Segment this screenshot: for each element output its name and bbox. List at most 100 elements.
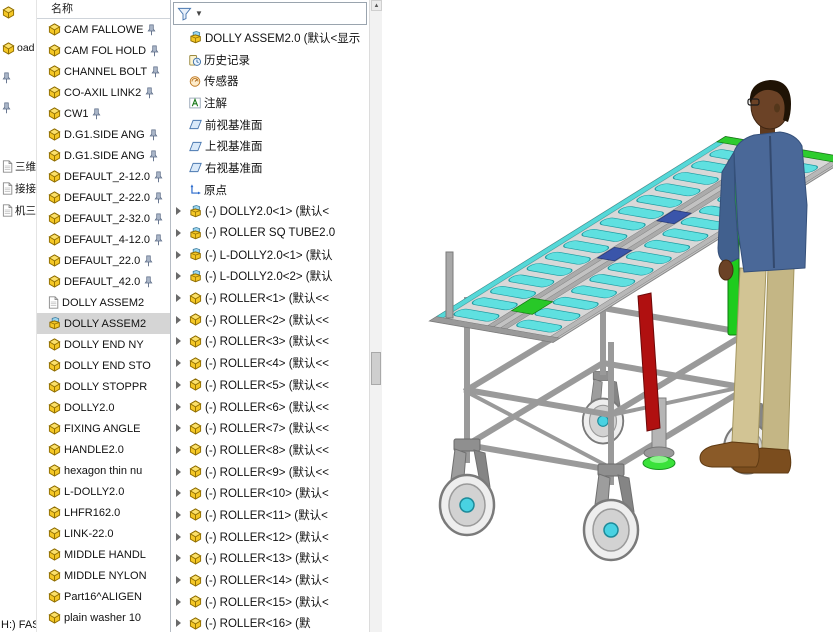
file-list-item[interactable]: HANDLE2.0 (37, 439, 170, 460)
file-list-item[interactable]: CAM FOL HOLD (37, 40, 170, 61)
human-figure[interactable] (700, 80, 807, 473)
feature-tree-item[interactable]: (-) DOLLY2.0<1> (默认< (172, 201, 369, 223)
left-strip-item[interactable] (2, 70, 36, 86)
expand-arrow-icon[interactable] (176, 576, 186, 584)
pin-icon[interactable] (151, 66, 160, 78)
expand-arrow-icon[interactable] (176, 533, 186, 541)
pin-icon[interactable] (144, 255, 153, 267)
graphics-area[interactable] (382, 0, 833, 632)
feature-tree-item[interactable]: (-) ROLLER<6> (默认<< (172, 396, 369, 418)
file-list-item[interactable]: CO-AXIL LINK2 (37, 82, 170, 103)
feature-tree-item[interactable]: 传感器 (172, 70, 369, 92)
file-list-item[interactable]: L-DOLLY2.0 (37, 481, 170, 502)
expand-arrow-icon[interactable] (176, 294, 186, 302)
feature-tree-item[interactable]: (-) ROLLER<10> (默认< (172, 482, 369, 504)
expand-arrow-icon[interactable] (176, 619, 186, 627)
feature-tree-item[interactable]: 前视基准面 (172, 114, 369, 136)
expand-arrow-icon[interactable] (176, 121, 186, 129)
file-list-item[interactable]: plain washer 10 (37, 607, 170, 628)
file-list-item[interactable]: LHFR162.0 (37, 502, 170, 523)
expand-arrow-icon[interactable] (176, 142, 186, 150)
expand-arrow-icon[interactable] (176, 316, 186, 324)
left-strip-item[interactable]: 三维移 (2, 158, 36, 174)
scrollbar-up-icon[interactable]: ▲ (371, 0, 382, 11)
pin-icon[interactable] (154, 234, 163, 246)
feature-tree-item[interactable]: (-) ROLLER<3> (默认<< (172, 331, 369, 353)
expand-arrow-icon[interactable] (176, 446, 186, 454)
expand-arrow-icon[interactable] (176, 554, 186, 562)
feature-tree-item[interactable]: (-) L-DOLLY2.0<2> (默认 (172, 266, 369, 288)
expand-arrow-icon[interactable] (176, 207, 186, 215)
expand-arrow-icon[interactable] (176, 511, 186, 519)
feature-tree-item[interactable]: 右视基准面 (172, 157, 369, 179)
tree-scrollbar[interactable]: ▲ (369, 0, 382, 632)
caster-wheel-rear[interactable] (583, 372, 624, 444)
feature-tree-item[interactable]: (-) ROLLER<11> (默认< (172, 504, 369, 526)
feature-tree-item[interactable]: (-) ROLLER<4> (默认<< (172, 352, 369, 374)
feature-tree-item[interactable]: (-) ROLLER<7> (默认<< (172, 417, 369, 439)
file-list-item[interactable]: hexagon thin nu (37, 460, 170, 481)
expand-arrow-icon[interactable] (176, 381, 186, 389)
file-list-item[interactable]: DEFAULT_2-12.0 (37, 166, 170, 187)
graphics-viewport[interactable] (382, 0, 833, 632)
filter-funnel-icon[interactable] (177, 7, 192, 21)
feature-tree-item[interactable]: (-) ROLLER<8> (默认<< (172, 439, 369, 461)
file-list-item[interactable]: D.G1.SIDE ANG (37, 145, 170, 166)
pin-icon[interactable] (150, 45, 159, 57)
left-strip-item[interactable]: 机三维 (2, 202, 36, 218)
file-list-item[interactable]: D.G1.SIDE ANG (37, 124, 170, 145)
file-list-item[interactable]: DEFAULT_22.0 (37, 250, 170, 271)
file-list-item[interactable]: DEFAULT_4-12.0 (37, 229, 170, 250)
feature-tree-item[interactable]: 原点 (172, 179, 369, 201)
feature-tree-item[interactable]: (-) ROLLER<5> (默认<< (172, 374, 369, 396)
file-list-item[interactable]: CW1 (37, 103, 170, 124)
left-strip-item[interactable]: 接接口 (2, 180, 36, 196)
expand-arrow-icon[interactable] (176, 598, 186, 606)
left-strip-item[interactable] (2, 100, 36, 116)
expand-arrow-icon[interactable] (176, 251, 186, 259)
feature-tree-item[interactable]: (-) ROLLER SQ TUBE2.0 (172, 222, 369, 244)
file-list-item[interactable]: DOLLY2.0 (37, 397, 170, 418)
feature-tree-item[interactable]: (-) ROLLER<14> (默认< (172, 569, 369, 591)
expand-arrow-icon[interactable] (176, 359, 186, 367)
file-list-item[interactable]: CAM FALLOWE (37, 19, 170, 40)
file-list-item[interactable]: DEFAULT_2-22.0 (37, 187, 170, 208)
feature-tree-item[interactable]: DOLLY ASSEM2.0 (默认<显示 (172, 27, 369, 49)
pin-icon[interactable] (92, 108, 101, 120)
file-list-item[interactable]: DOLLY STOPPR (37, 376, 170, 397)
file-list-item[interactable]: MIDDLE HANDL (37, 544, 170, 565)
expand-arrow-icon[interactable] (176, 164, 186, 172)
file-list-item[interactable]: DEFAULT_2-32.0 (37, 208, 170, 229)
feature-tree-item[interactable]: (-) ROLLER<13> (默认< (172, 548, 369, 570)
expand-arrow-icon[interactable] (176, 337, 186, 345)
feature-tree-item[interactable]: 历史记录 (172, 49, 369, 71)
file-list-item[interactable]: DOLLY END NY (37, 334, 170, 355)
expand-arrow-icon[interactable] (176, 34, 186, 42)
pin-icon[interactable] (144, 276, 153, 288)
expand-arrow-icon[interactable] (176, 229, 186, 237)
pin-icon[interactable] (145, 87, 154, 99)
scrollbar-thumb[interactable] (371, 352, 381, 385)
pin-icon[interactable] (154, 171, 163, 183)
pin-icon[interactable] (154, 192, 163, 204)
expand-arrow-icon[interactable] (176, 186, 186, 194)
pin-icon[interactable] (149, 129, 158, 141)
file-list-item[interactable]: MIDDLE NYLON (37, 565, 170, 586)
left-strip-item[interactable] (2, 4, 36, 20)
expand-arrow-icon[interactable] (176, 403, 186, 411)
file-list-item[interactable]: DOLLY ASSEM2 (37, 313, 170, 334)
feature-tree-item[interactable]: 上视基准面 (172, 135, 369, 157)
file-list-item[interactable]: FIXING ANGLE (37, 418, 170, 439)
left-strip-item[interactable]: oad (2, 40, 36, 56)
file-list-item[interactable]: DOLLY END STO (37, 355, 170, 376)
file-list-item[interactable]: CHANNEL BOLT (37, 61, 170, 82)
file-list-header[interactable]: 名称 (37, 0, 170, 19)
file-list-item[interactable]: DEFAULT_42.0 (37, 271, 170, 292)
file-list-item[interactable]: LINK-22.0 (37, 523, 170, 544)
filter-dropdown-caret[interactable]: ▼ (195, 9, 203, 18)
expand-arrow-icon[interactable] (176, 424, 186, 432)
feature-tree-item[interactable]: (-) ROLLER<15> (默认< (172, 591, 369, 613)
pin-icon[interactable] (154, 213, 163, 225)
expand-arrow-icon[interactable] (176, 99, 186, 107)
feature-tree-item[interactable]: (-) ROLLER<1> (默认<< (172, 287, 369, 309)
